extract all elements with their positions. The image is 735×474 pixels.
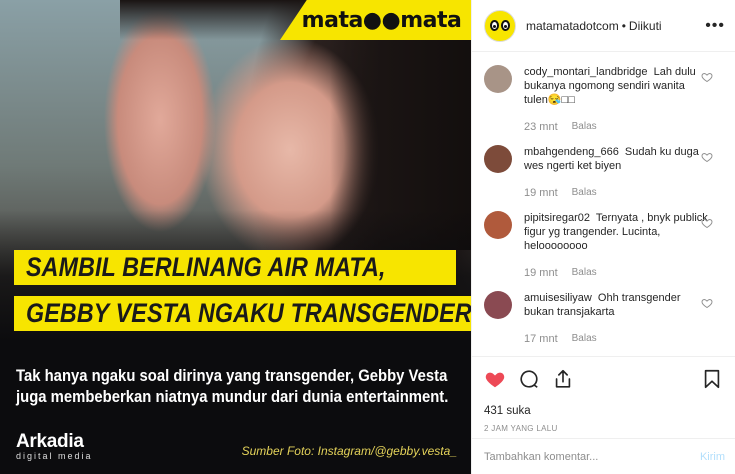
follow-status-button[interactable]: Diikuti bbox=[629, 19, 662, 33]
comment-text-wrapper: amuisesiliyaw Ohh transgender bukan tran… bbox=[524, 291, 709, 319]
comment-username[interactable]: mbahgendeng_666 bbox=[524, 146, 619, 158]
comment-username[interactable]: pipitsiregar02 bbox=[524, 212, 590, 224]
post-actions-section: 431 suka 2 JAM YANG LALU bbox=[472, 356, 735, 433]
comment-avatar[interactable] bbox=[484, 211, 512, 239]
comment-meta: 23 mnt Balas bbox=[524, 121, 709, 133]
like-comment-heart-icon[interactable] bbox=[701, 217, 713, 229]
like-comment-heart-icon[interactable] bbox=[701, 151, 713, 163]
reply-button[interactable]: Balas bbox=[572, 187, 597, 199]
comment-item: cody_montari_landbridge Lah dulu bukanya… bbox=[472, 53, 735, 133]
photo-credit: Sumber Foto: Instagram/@gebby.vesta_ bbox=[241, 444, 457, 458]
post-time: 2 JAM YANG LALU bbox=[484, 424, 558, 433]
heart-filled-icon[interactable] bbox=[484, 368, 506, 390]
comment-time: 23 mnt bbox=[524, 121, 558, 133]
add-comment-bar: Kirim bbox=[472, 438, 735, 474]
image-subcaption: Tak hanya ngaku soal dirinya yang transg… bbox=[16, 367, 449, 406]
comment-body: mbahgendeng_666 Sudah ku duga wes ngerti… bbox=[524, 145, 709, 199]
comment-avatar[interactable] bbox=[484, 145, 512, 173]
avatar-eyes-icon bbox=[490, 20, 510, 31]
eye-left bbox=[490, 20, 499, 31]
brand-logo-text: mata●●mata bbox=[301, 7, 462, 33]
publisher-tagline: digital media bbox=[16, 451, 93, 461]
action-buttons bbox=[484, 367, 723, 391]
comment-meta: 19 mnt Balas bbox=[524, 187, 709, 199]
more-horizontal-icon[interactable]: ••• bbox=[705, 17, 725, 35]
headline-line-1: SAMBIL BERLINANG AIR MATA, bbox=[26, 252, 386, 282]
comment-username[interactable]: amuisesiliyaw bbox=[524, 292, 592, 304]
comment-time: 19 mnt bbox=[524, 187, 558, 199]
post-header: matamatadotcom • Diikuti ••• bbox=[472, 0, 735, 52]
comment-body: pipitsiregar02 Ternyata , bnyk publick f… bbox=[524, 211, 709, 279]
comment-username[interactable]: cody_montari_landbridge bbox=[524, 66, 648, 78]
comment-input[interactable] bbox=[484, 450, 700, 463]
comment-avatar[interactable] bbox=[484, 65, 512, 93]
comment-meta: 17 mnt Balas bbox=[524, 333, 709, 345]
comment-time: 19 mnt bbox=[524, 267, 558, 279]
header-username[interactable]: matamatadotcom bbox=[526, 19, 619, 33]
publisher-logo: Arkadia digital media bbox=[16, 432, 93, 461]
comment-body: cody_montari_landbridge Lah dulu bukanya… bbox=[524, 65, 709, 133]
reply-button[interactable]: Balas bbox=[572, 121, 597, 133]
comment-item: pipitsiregar02 Ternyata , bnyk publick f… bbox=[472, 199, 735, 279]
comment-bubble-icon[interactable] bbox=[518, 368, 540, 390]
eye-right bbox=[501, 20, 510, 31]
comment-body: amuisesiliyaw Ohh transgender bukan tran… bbox=[524, 291, 709, 345]
post-image[interactable]: mata●●mata SAMBIL BERLINANG AIR MATA, GE… bbox=[0, 0, 471, 474]
likes-count[interactable]: 431 suka bbox=[484, 405, 723, 417]
headline-line-2: GEBBY VESTA NGAKU TRANSGENDER bbox=[26, 298, 471, 328]
publisher-logo-text: Arkadia bbox=[16, 431, 84, 452]
comment-item: amuisesiliyaw Ohh transgender bukan tran… bbox=[472, 279, 735, 345]
comment-time: 17 mnt bbox=[524, 333, 558, 345]
brand-logo-tag: mata●●mata bbox=[280, 0, 471, 40]
reply-button[interactable]: Balas bbox=[572, 267, 597, 279]
share-icon[interactable] bbox=[552, 368, 574, 390]
bookmark-icon[interactable] bbox=[701, 368, 723, 390]
reply-button[interactable]: Balas bbox=[572, 333, 597, 345]
like-comment-heart-icon[interactable] bbox=[701, 71, 713, 83]
headline-line-2-box: GEBBY VESTA NGAKU TRANSGENDER bbox=[14, 296, 471, 331]
comment-item: mbahgendeng_666 Sudah ku duga wes ngerti… bbox=[472, 133, 735, 199]
comment-meta: 19 mnt Balas bbox=[524, 267, 709, 279]
header-separator: • bbox=[621, 18, 626, 33]
avatar[interactable] bbox=[484, 9, 516, 42]
comments-list[interactable]: cody_montari_landbridge Lah dulu bukanya… bbox=[472, 53, 735, 356]
post-sidebar: matamatadotcom • Diikuti ••• cody_montar… bbox=[471, 0, 735, 474]
comment-avatar[interactable] bbox=[484, 291, 512, 319]
headline-line-1-box: SAMBIL BERLINANG AIR MATA, bbox=[14, 250, 457, 285]
comment-text-wrapper: cody_montari_landbridge Lah dulu bukanya… bbox=[524, 65, 709, 107]
post-comment-button[interactable]: Kirim bbox=[700, 451, 725, 463]
comment-text-wrapper: mbahgendeng_666 Sudah ku duga wes ngerti… bbox=[524, 145, 709, 173]
comment-text-wrapper: pipitsiregar02 Ternyata , bnyk publick f… bbox=[524, 211, 709, 253]
like-comment-heart-icon[interactable] bbox=[701, 297, 713, 309]
